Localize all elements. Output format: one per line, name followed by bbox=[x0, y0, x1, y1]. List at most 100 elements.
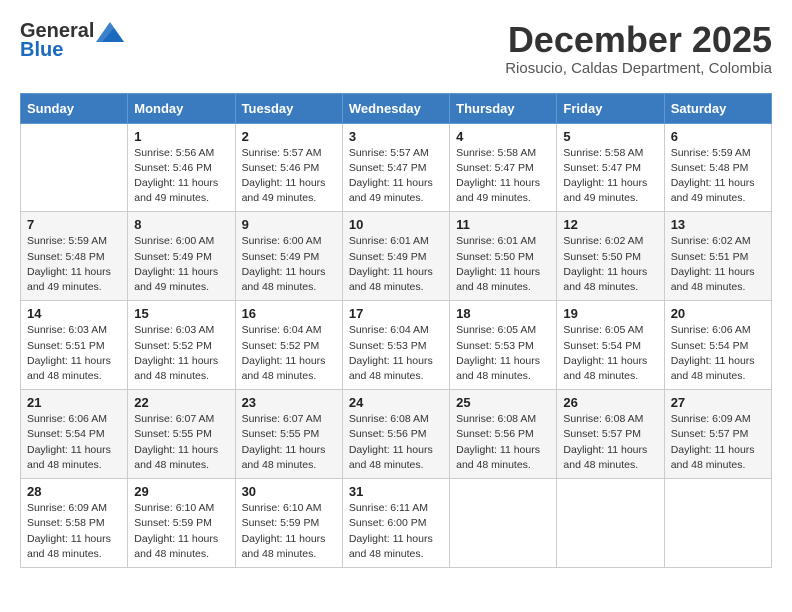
calendar-cell: 26 Sunrise: 6:08 AMSunset: 5:57 PMDayligh… bbox=[557, 390, 664, 479]
month-title: December 2025 bbox=[505, 20, 772, 60]
day-info: Sunrise: 6:10 AMSunset: 5:59 PMDaylight:… bbox=[242, 501, 336, 562]
calendar-cell bbox=[21, 123, 128, 212]
day-number: 22 bbox=[134, 395, 228, 410]
calendar-cell: 30 Sunrise: 6:10 AMSunset: 5:59 PMDayligh… bbox=[235, 479, 342, 568]
calendar-cell: 4Sunrise: 5:58 AMSunset: 5:47 PMDaylight… bbox=[450, 123, 557, 212]
calendar-week-row: 21 Sunrise: 6:06 AMSunset: 5:54 PMDayligh… bbox=[21, 390, 772, 479]
title-block: December 2025 Riosucio, Caldas Departmen… bbox=[505, 20, 772, 77]
day-number: 3 bbox=[349, 129, 443, 144]
day-info: Sunrise: 6:07 AMSunset: 5:55 PMDaylight:… bbox=[242, 412, 336, 473]
day-info: Sunrise: 6:10 AMSunset: 5:59 PMDaylight:… bbox=[134, 501, 228, 562]
day-info: Sunrise: 6:04 AMSunset: 5:52 PMDaylight:… bbox=[242, 323, 336, 384]
day-number: 24 bbox=[349, 395, 443, 410]
day-info: Sunrise: 6:08 AMSunset: 5:56 PMDaylight:… bbox=[349, 412, 443, 473]
day-number: 30 bbox=[242, 484, 336, 499]
day-info: Sunrise: 6:03 AMSunset: 5:52 PMDaylight:… bbox=[134, 323, 228, 384]
calendar-cell: 9Sunrise: 6:00 AMSunset: 5:49 PMDaylight… bbox=[235, 212, 342, 301]
day-number: 1 bbox=[134, 129, 228, 144]
day-number: 16 bbox=[242, 306, 336, 321]
day-number: 14 bbox=[27, 306, 121, 321]
calendar-cell bbox=[557, 479, 664, 568]
calendar-cell: 23 Sunrise: 6:07 AMSunset: 5:55 PMDayligh… bbox=[235, 390, 342, 479]
day-info: Sunrise: 6:06 AMSunset: 5:54 PMDaylight:… bbox=[27, 412, 121, 473]
day-number: 27 bbox=[671, 395, 765, 410]
calendar-cell: 11 Sunrise: 6:01 AMSunset: 5:50 PMDayligh… bbox=[450, 212, 557, 301]
calendar-cell: 2Sunrise: 5:57 AMSunset: 5:46 PMDaylight… bbox=[235, 123, 342, 212]
day-number: 11 bbox=[456, 217, 550, 232]
calendar-cell: 10Sunrise: 6:01 AMSunset: 5:49 PMDayligh… bbox=[342, 212, 449, 301]
calendar-cell bbox=[664, 479, 771, 568]
calendar-cell: 14 Sunrise: 6:03 AMSunset: 5:51 PMDayligh… bbox=[21, 301, 128, 390]
day-number: 20 bbox=[671, 306, 765, 321]
calendar-cell: 20Sunrise: 6:06 AMSunset: 5:54 PMDayligh… bbox=[664, 301, 771, 390]
calendar-cell: 6 Sunrise: 5:59 AMSunset: 5:48 PMDaylight… bbox=[664, 123, 771, 212]
page-header: General Blue December 2025 Riosucio, Cal… bbox=[20, 20, 772, 77]
day-info: Sunrise: 6:05 AMSunset: 5:54 PMDaylight:… bbox=[563, 323, 657, 384]
day-info: Sunrise: 6:11 AMSunset: 6:00 PMDaylight:… bbox=[349, 501, 443, 562]
calendar-cell: 19 Sunrise: 6:05 AMSunset: 5:54 PMDayligh… bbox=[557, 301, 664, 390]
day-number: 13 bbox=[671, 217, 765, 232]
calendar-cell: 29 Sunrise: 6:10 AMSunset: 5:59 PMDayligh… bbox=[128, 479, 235, 568]
day-number: 6 bbox=[671, 129, 765, 144]
day-of-week-header: Thursday bbox=[450, 93, 557, 123]
logo-icon bbox=[96, 22, 124, 42]
calendar-cell: 24 Sunrise: 6:08 AMSunset: 5:56 PMDayligh… bbox=[342, 390, 449, 479]
calendar-week-row: 14 Sunrise: 6:03 AMSunset: 5:51 PMDayligh… bbox=[21, 301, 772, 390]
day-number: 18 bbox=[456, 306, 550, 321]
day-number: 10 bbox=[349, 217, 443, 232]
day-number: 31 bbox=[349, 484, 443, 499]
day-of-week-header: Tuesday bbox=[235, 93, 342, 123]
calendar-cell: 18 Sunrise: 6:05 AMSunset: 5:53 PMDayligh… bbox=[450, 301, 557, 390]
calendar-cell: 12Sunrise: 6:02 AMSunset: 5:50 PMDayligh… bbox=[557, 212, 664, 301]
day-number: 2 bbox=[242, 129, 336, 144]
day-number: 26 bbox=[563, 395, 657, 410]
day-number: 17 bbox=[349, 306, 443, 321]
day-number: 19 bbox=[563, 306, 657, 321]
calendar-cell: 7 Sunrise: 5:59 AMSunset: 5:48 PMDaylight… bbox=[21, 212, 128, 301]
day-info: Sunrise: 6:08 AMSunset: 5:56 PMDaylight:… bbox=[456, 412, 550, 473]
day-info: Sunrise: 6:08 AMSunset: 5:57 PMDaylight:… bbox=[563, 412, 657, 473]
calendar-header-row: SundayMondayTuesdayWednesdayThursdayFrid… bbox=[21, 93, 772, 123]
calendar-cell: 15 Sunrise: 6:03 AMSunset: 5:52 PMDayligh… bbox=[128, 301, 235, 390]
calendar-week-row: 1 Sunrise: 5:56 AMSunset: 5:46 PMDaylight… bbox=[21, 123, 772, 212]
location-text: Riosucio, Caldas Department, Colombia bbox=[505, 60, 772, 77]
day-of-week-header: Sunday bbox=[21, 93, 128, 123]
day-info: Sunrise: 6:07 AMSunset: 5:55 PMDaylight:… bbox=[134, 412, 228, 473]
day-number: 21 bbox=[27, 395, 121, 410]
day-info: Sunrise: 5:56 AMSunset: 5:46 PMDaylight:… bbox=[134, 146, 228, 207]
calendar-cell: 8 Sunrise: 6:00 AMSunset: 5:49 PMDaylight… bbox=[128, 212, 235, 301]
day-info: Sunrise: 5:59 AMSunset: 5:48 PMDaylight:… bbox=[671, 146, 765, 207]
day-number: 25 bbox=[456, 395, 550, 410]
logo-blue-text: Blue bbox=[20, 39, 63, 62]
calendar-cell: 28 Sunrise: 6:09 AMSunset: 5:58 PMDayligh… bbox=[21, 479, 128, 568]
day-number: 29 bbox=[134, 484, 228, 499]
calendar-cell: 27 Sunrise: 6:09 AMSunset: 5:57 PMDayligh… bbox=[664, 390, 771, 479]
day-info: Sunrise: 6:04 AMSunset: 5:53 PMDaylight:… bbox=[349, 323, 443, 384]
day-info: Sunrise: 6:00 AMSunset: 5:49 PMDaylight:… bbox=[242, 234, 336, 295]
day-info: Sunrise: 6:05 AMSunset: 5:53 PMDaylight:… bbox=[456, 323, 550, 384]
day-number: 7 bbox=[27, 217, 121, 232]
calendar-cell: 13Sunrise: 6:02 AMSunset: 5:51 PMDayligh… bbox=[664, 212, 771, 301]
day-number: 4 bbox=[456, 129, 550, 144]
day-number: 28 bbox=[27, 484, 121, 499]
day-number: 15 bbox=[134, 306, 228, 321]
day-info: Sunrise: 6:09 AMSunset: 5:57 PMDaylight:… bbox=[671, 412, 765, 473]
day-number: 12 bbox=[563, 217, 657, 232]
day-of-week-header: Saturday bbox=[664, 93, 771, 123]
calendar-cell: 3Sunrise: 5:57 AMSunset: 5:47 PMDaylight… bbox=[342, 123, 449, 212]
day-number: 8 bbox=[134, 217, 228, 232]
day-info: Sunrise: 6:01 AMSunset: 5:50 PMDaylight:… bbox=[456, 234, 550, 295]
day-info: Sunrise: 6:03 AMSunset: 5:51 PMDaylight:… bbox=[27, 323, 121, 384]
calendar-cell: 25 Sunrise: 6:08 AMSunset: 5:56 PMDayligh… bbox=[450, 390, 557, 479]
calendar-cell: 31 Sunrise: 6:11 AMSunset: 6:00 PMDayligh… bbox=[342, 479, 449, 568]
logo: General Blue bbox=[20, 20, 124, 62]
calendar-cell: 5Sunrise: 5:58 AMSunset: 5:47 PMDaylight… bbox=[557, 123, 664, 212]
day-of-week-header: Monday bbox=[128, 93, 235, 123]
day-of-week-header: Friday bbox=[557, 93, 664, 123]
calendar-cell: 22 Sunrise: 6:07 AMSunset: 5:55 PMDayligh… bbox=[128, 390, 235, 479]
day-info: Sunrise: 5:59 AMSunset: 5:48 PMDaylight:… bbox=[27, 234, 121, 295]
day-info: Sunrise: 6:09 AMSunset: 5:58 PMDaylight:… bbox=[27, 501, 121, 562]
day-number: 23 bbox=[242, 395, 336, 410]
calendar-cell: 16 Sunrise: 6:04 AMSunset: 5:52 PMDayligh… bbox=[235, 301, 342, 390]
day-info: Sunrise: 6:00 AMSunset: 5:49 PMDaylight:… bbox=[134, 234, 228, 295]
